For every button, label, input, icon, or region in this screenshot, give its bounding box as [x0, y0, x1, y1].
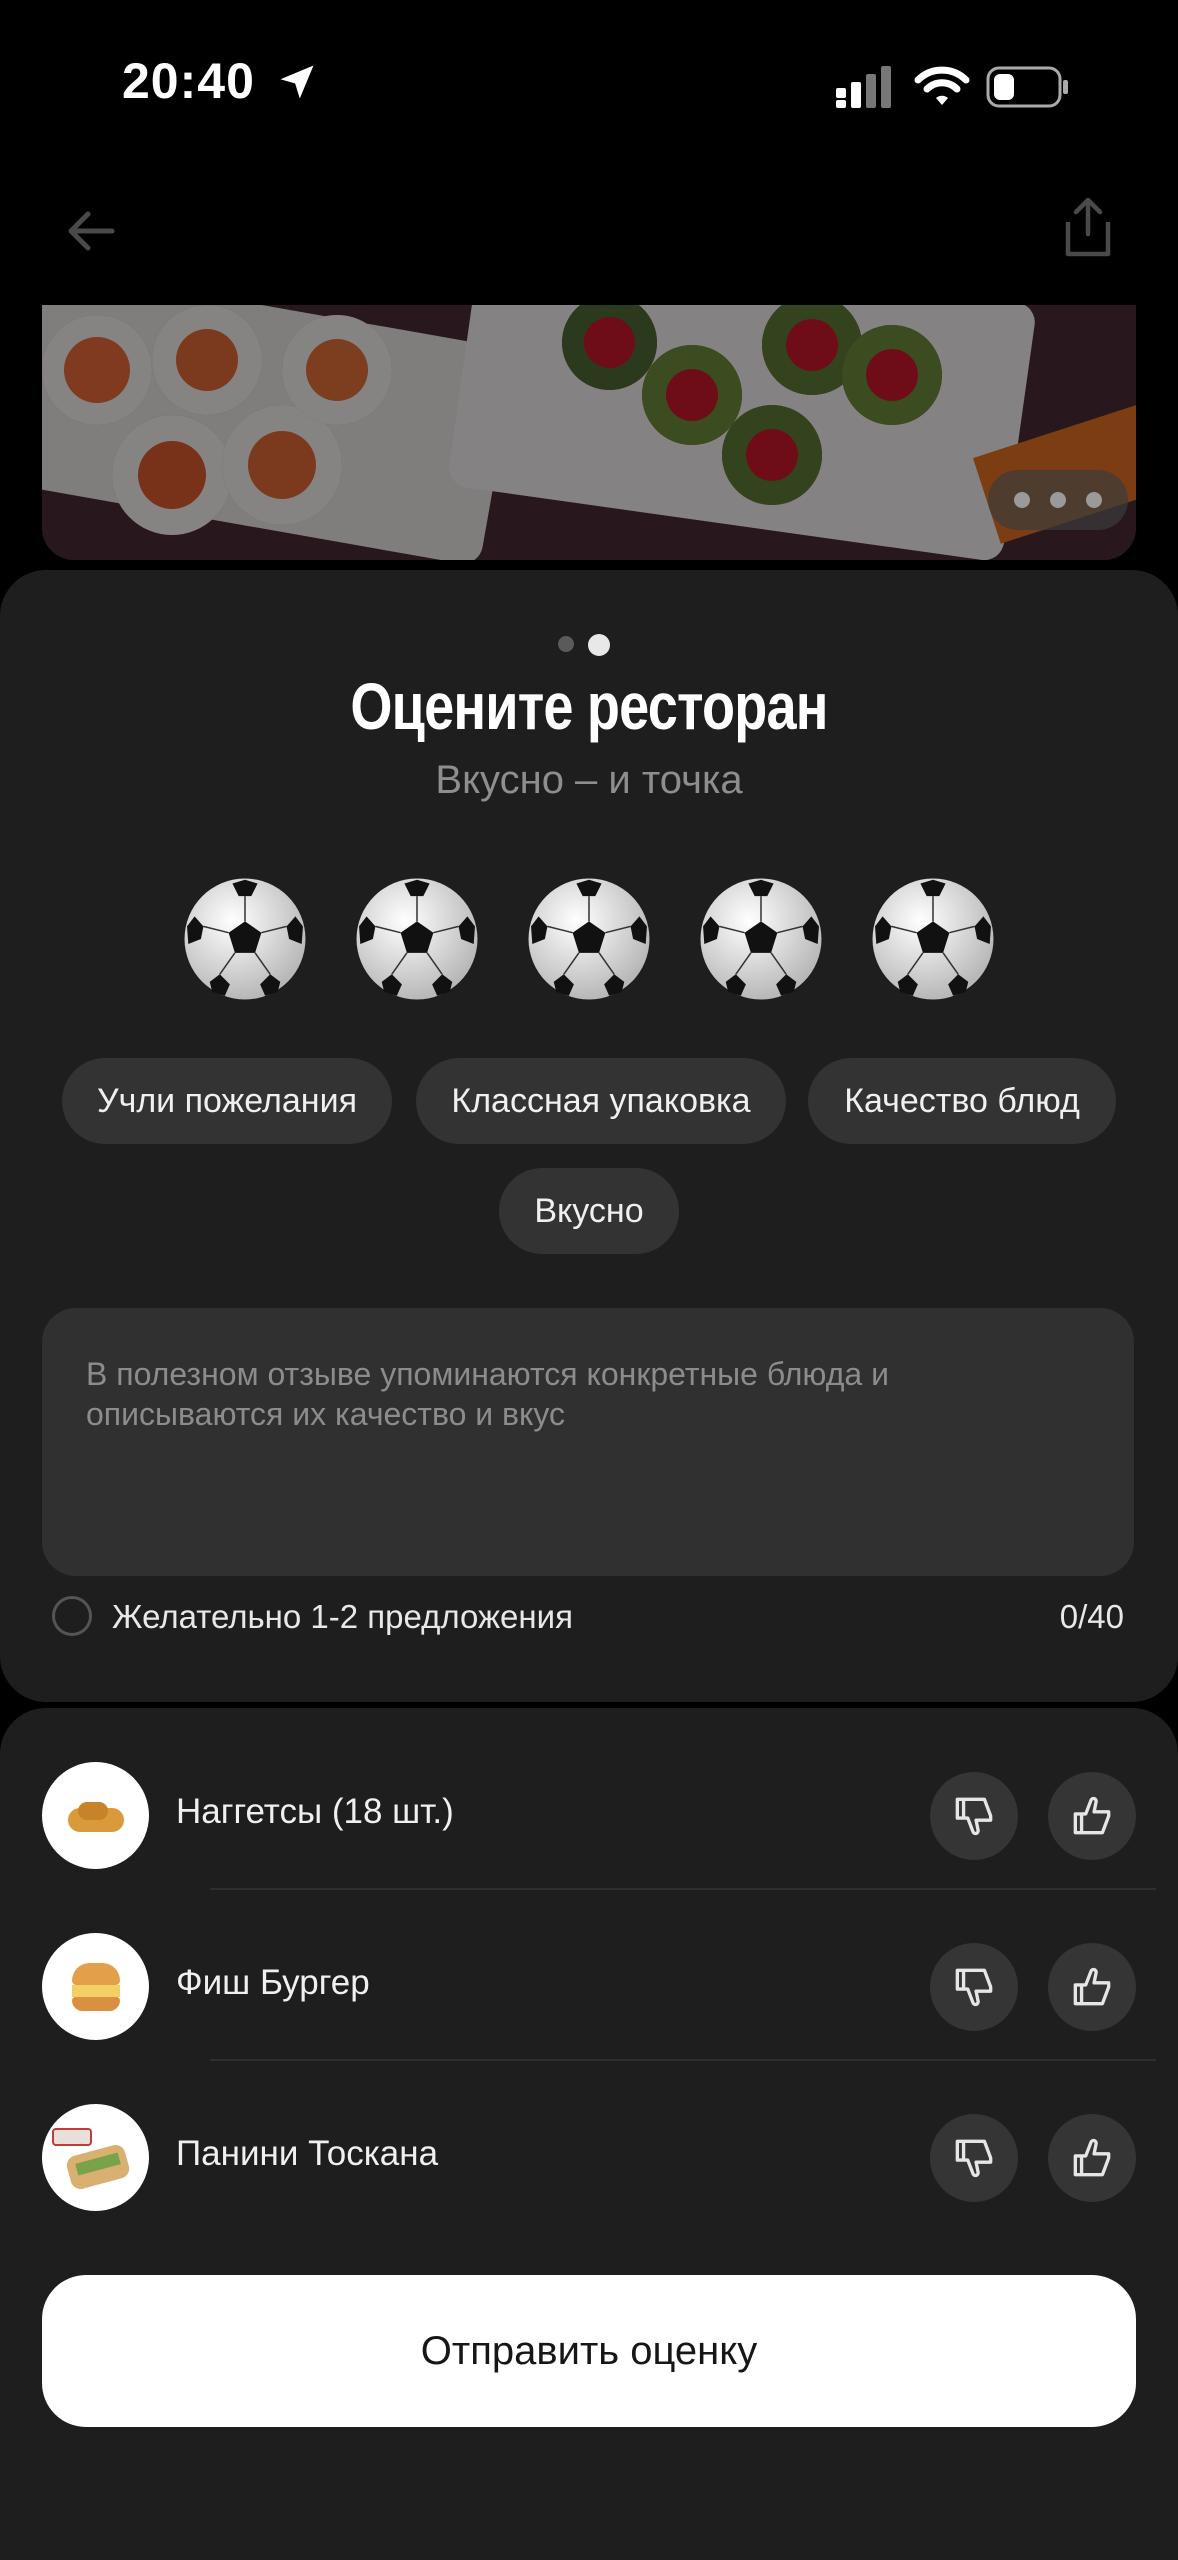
dislike-button[interactable] — [930, 2114, 1018, 2202]
location-arrow-icon — [280, 65, 314, 99]
review-hint: Желательно 1-2 предложения — [112, 1598, 573, 1635]
thumbs-down-icon — [955, 1797, 993, 1836]
thumbs-up-icon — [1073, 1796, 1111, 1835]
dish-name: Фиш Бургер — [176, 1963, 370, 2002]
share-icon[interactable] — [1060, 196, 1116, 258]
battery-icon — [986, 66, 1068, 108]
character-counter: 0/40 — [1059, 1598, 1124, 1635]
divider — [210, 1888, 1156, 1890]
thumbs-up-icon — [1073, 1967, 1111, 2006]
list-item: Фиш Бургер — [0, 1901, 1178, 2072]
divider — [210, 2059, 1156, 2061]
pager-dot — [558, 636, 574, 652]
fish-burger-photo — [42, 1933, 149, 2040]
chip-food-quality[interactable]: Качество блюд — [808, 1058, 1116, 1144]
like-button[interactable] — [1048, 1943, 1136, 2031]
panini-photo — [42, 2104, 149, 2211]
back-arrow-icon[interactable] — [60, 200, 122, 262]
dish-name: Панини Тоскана — [176, 2134, 439, 2173]
chip-packaging[interactable]: Классная упаковка — [416, 1058, 786, 1144]
soccer-ball-icon[interactable] — [354, 876, 480, 1002]
cellular-signal-icon — [836, 66, 891, 108]
like-button[interactable] — [1048, 1772, 1136, 1860]
review-textarea[interactable]: В полезном отзыве упоминаются конкретные… — [42, 1308, 1134, 1576]
rating-stars — [182, 876, 996, 1002]
progress-ring-icon — [52, 1596, 92, 1636]
nuggets-photo — [42, 1762, 149, 1869]
soccer-ball-icon[interactable] — [182, 876, 308, 1002]
status-time: 20:40 — [122, 53, 255, 109]
dislike-button[interactable] — [930, 1943, 1018, 2031]
page-title: Оцените ресторан — [350, 669, 828, 743]
dislike-button[interactable] — [930, 1772, 1018, 1860]
more-dots-icon[interactable] — [988, 470, 1128, 530]
list-item: Наггетсы (18 шт.) — [0, 1730, 1178, 1901]
wifi-icon — [914, 66, 970, 105]
like-button[interactable] — [1048, 2114, 1136, 2202]
thumbs-down-icon — [955, 1968, 993, 2007]
dish-list: Наггетсы (18 шт.) Фиш Бургер Панини Тоск… — [0, 1708, 1178, 2560]
dish-name: Наггетсы (18 шт.) — [176, 1792, 454, 1831]
soccer-ball-icon[interactable] — [698, 876, 824, 1002]
restaurant-banner-image — [42, 305, 1136, 560]
restaurant-name: Вкусно – и точка — [435, 758, 743, 802]
soccer-ball-icon[interactable] — [526, 876, 652, 1002]
chip-tasty[interactable]: Вкусно — [499, 1168, 679, 1254]
chip-preferences[interactable]: Учли пожелания — [62, 1058, 392, 1144]
thumbs-up-icon — [1073, 2138, 1111, 2177]
pager-dot-active — [588, 634, 610, 656]
soccer-ball-icon[interactable] — [870, 876, 996, 1002]
submit-rating-button[interactable]: Отправить оценку — [42, 2275, 1136, 2427]
thumbs-down-icon — [955, 2139, 993, 2178]
list-item: Панини Тоскана — [0, 2072, 1178, 2243]
